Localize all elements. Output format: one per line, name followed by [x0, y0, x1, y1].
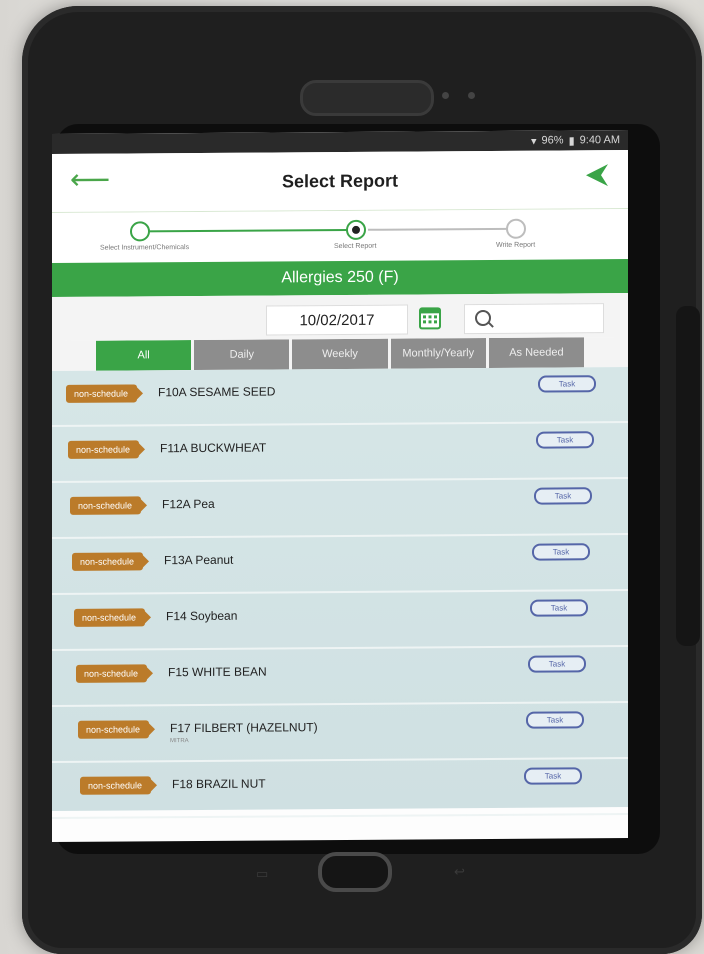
- task-button[interactable]: Task: [524, 767, 582, 785]
- date-field[interactable]: 10/02/2017: [266, 304, 408, 336]
- task-button[interactable]: Task: [528, 655, 586, 673]
- calendar-icon[interactable]: [418, 306, 442, 330]
- status-badge: non-schedule: [70, 496, 142, 515]
- app-header: ⟵ Select Report: [52, 149, 628, 214]
- list-item[interactable]: non-schedule F14 Soybean Task: [52, 590, 628, 652]
- category-banner: Allergies 250 (F): [52, 258, 628, 298]
- case-side-clip: [676, 306, 700, 646]
- report-title: F14 Soybean: [166, 608, 238, 624]
- progress-stepper: Select Instrument/Chemicals Select Repor…: [52, 208, 628, 264]
- wifi-icon: ▾: [531, 135, 537, 148]
- battery-icon: ▮: [568, 134, 575, 147]
- date-value: 10/02/2017: [299, 311, 375, 329]
- battery-level: 96%: [541, 134, 564, 147]
- report-title: F15 WHITE BEAN: [168, 664, 267, 680]
- task-button[interactable]: Task: [530, 599, 588, 617]
- status-badge: non-schedule: [68, 440, 140, 459]
- step-1-label: Select Instrument/Chemicals: [100, 244, 190, 252]
- tab-daily[interactable]: Daily: [194, 339, 290, 371]
- task-button[interactable]: Task: [534, 487, 592, 505]
- list-item[interactable]: non-schedule F15 WHITE BEAN Task: [52, 646, 628, 708]
- task-button[interactable]: Task: [538, 375, 596, 393]
- list-item[interactable]: non-schedule F18 BRAZIL NUT Task: [52, 758, 628, 820]
- task-button[interactable]: Task: [532, 543, 590, 561]
- app-screen: ▾ 96% ▮ 9:40 AM ⟵ Select Report Select I…: [52, 129, 628, 843]
- status-badge: non-schedule: [78, 720, 150, 739]
- list-item[interactable]: non-schedule F11A BUCKWHEAT Task: [52, 422, 628, 484]
- search-input[interactable]: [464, 303, 604, 335]
- back-softkey-icon[interactable]: ↩: [454, 864, 465, 880]
- step-3-label: Write Report: [496, 241, 536, 249]
- tab-as-needed[interactable]: As Needed: [488, 337, 585, 368]
- list-item[interactable]: non-schedule F10A SESAME SEED Task: [52, 366, 628, 428]
- clock: 9:40 AM: [579, 134, 620, 147]
- page-title: Select Report: [281, 170, 399, 191]
- task-button[interactable]: Task: [526, 711, 584, 729]
- recent-apps-icon[interactable]: ▭: [256, 866, 268, 882]
- filter-row: 10/02/2017: [52, 292, 628, 342]
- category-title: Allergies 250 (F): [281, 268, 399, 287]
- list-item[interactable]: non-schedule F12A Pea Task: [52, 478, 628, 540]
- step-2-dot[interactable]: [346, 219, 366, 240]
- report-title: F11A BUCKWHEAT: [160, 440, 267, 456]
- task-button[interactable]: Task: [536, 431, 594, 449]
- status-badge: non-schedule: [66, 384, 138, 403]
- back-arrow-icon[interactable]: ⟵: [70, 164, 110, 195]
- step-3-dot[interactable]: [506, 218, 526, 239]
- home-button[interactable]: [318, 852, 392, 892]
- sensor-icon: [468, 92, 475, 99]
- status-badge: non-schedule: [76, 664, 148, 683]
- schedule-tabs: All Daily Weekly Monthly/Yearly As Neede…: [52, 336, 628, 372]
- camera-icon: [442, 92, 449, 99]
- report-title: F12A Pea: [162, 496, 215, 512]
- status-badge: non-schedule: [80, 776, 152, 795]
- tab-weekly[interactable]: Weekly: [292, 338, 388, 370]
- status-badge: non-schedule: [72, 552, 144, 571]
- tab-all[interactable]: All: [96, 340, 192, 371]
- status-badge: non-schedule: [74, 608, 146, 627]
- step-2-label: Select Report: [334, 242, 377, 251]
- report-subtitle: MITRA: [170, 738, 189, 745]
- step-line-pending: [368, 227, 516, 231]
- report-title: F18 BRAZIL NUT: [172, 776, 266, 792]
- step-line-completed: [142, 228, 348, 233]
- earpiece-speaker: [300, 80, 434, 116]
- search-icon: [475, 309, 491, 327]
- report-title: F13A Peanut: [164, 552, 234, 568]
- report-title: F10A SESAME SEED: [158, 384, 276, 400]
- step-1-dot[interactable]: [130, 221, 150, 242]
- send-icon[interactable]: [584, 162, 610, 188]
- list-item[interactable]: non-schedule F17 FILBERT (HAZELNUT) MITR…: [52, 702, 628, 764]
- tab-monthly-yearly[interactable]: Monthly/Yearly: [390, 337, 486, 369]
- report-list: non-schedule F10A SESAME SEED Task non-s…: [52, 366, 628, 820]
- report-title: F17 FILBERT (HAZELNUT): [170, 720, 318, 736]
- list-item[interactable]: non-schedule F13A Peanut Task: [52, 534, 628, 596]
